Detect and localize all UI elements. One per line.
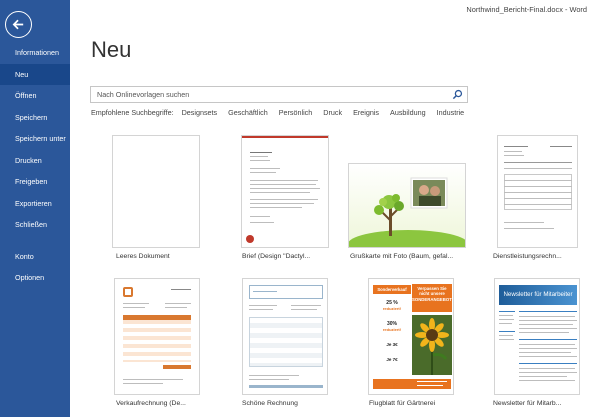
template-label: Verkaufrechnung (De... <box>116 400 186 407</box>
flyer-price-1: Je 3€ <box>386 342 398 347</box>
nav-drucken[interactable]: Drucken <box>0 150 70 172</box>
flyer-price-2: Je 7€ <box>386 357 398 362</box>
template-thumbnail[interactable] <box>241 135 329 248</box>
tree-card-illustration <box>349 164 465 247</box>
flyer-sale-banner: Sonderverkauf <box>373 285 411 294</box>
template-thumbnail[interactable] <box>348 163 466 248</box>
flyer-headline: Verpassen Sie nicht unsere SONDERANGEBOT… <box>412 284 453 312</box>
invoice-total-bar <box>163 365 191 369</box>
nav-informationen[interactable]: Informationen <box>0 42 70 64</box>
template-thumbnail[interactable] <box>114 278 200 395</box>
suggestion-druck[interactable]: Druck <box>323 108 342 117</box>
nav-exportieren[interactable]: Exportieren <box>0 193 70 215</box>
template-thumbnail[interactable]: Sonderverkauf Verpassen Sie nicht unsere… <box>368 278 454 395</box>
nav-speichern-unter[interactable]: Speichern unter <box>0 128 70 150</box>
page-title: Neu <box>91 37 132 62</box>
nav-freigeben[interactable]: Freigeben <box>0 171 70 193</box>
header-stripe <box>242 136 328 138</box>
nav-neu[interactable]: Neu <box>0 63 70 85</box>
footer-bar <box>249 385 323 388</box>
template-thumbnail[interactable]: Newsletter für Mitarbeiter <box>494 278 580 395</box>
suggestion-geschaeftlich[interactable]: Geschäftlich <box>228 108 268 117</box>
flyer-offer-1: 25 % reduziert! <box>373 300 411 311</box>
invoice-table <box>249 317 323 367</box>
nav-oeffnen[interactable]: Öffnen <box>0 85 70 107</box>
template-label: Flugblatt für Gärtnerei <box>369 400 436 407</box>
template-label: Brief (Design "Dactyl... <box>242 253 311 260</box>
suggestion-designsets[interactable]: Designsets <box>182 108 218 117</box>
template-label: Dienstleistungsrechn... <box>493 253 562 260</box>
template-thumbnail[interactable] <box>112 135 200 248</box>
template-thumbnail[interactable] <box>242 278 328 395</box>
invoice-logo-icon <box>123 287 133 297</box>
nav-schliessen[interactable]: Schließen <box>0 214 70 236</box>
nav-optionen[interactable]: Optionen <box>0 267 70 289</box>
nav-konto[interactable]: Konto <box>0 246 70 268</box>
template-label: Grußkarte mit Foto (Baum, gefal... <box>350 253 454 260</box>
template-search-box <box>90 86 468 103</box>
newsletter-masthead: Newsletter für Mitarbeiter <box>499 285 577 305</box>
nav-speichern[interactable]: Speichern <box>0 107 70 129</box>
suggestion-ausbildung[interactable]: Ausbildung <box>390 108 426 117</box>
suggestion-industrie[interactable]: Industrie <box>437 108 465 117</box>
template-label: Newsletter für Mitarb... <box>493 400 562 407</box>
invoice-header-box <box>249 285 323 299</box>
back-arrow-icon <box>12 19 24 30</box>
flyer-offer-1-sub: reduziert! <box>382 306 402 311</box>
template-thumbnail[interactable] <box>497 135 578 248</box>
invoice-rows <box>123 320 191 362</box>
backstage-nav: Informationen Neu Öffnen Speichern Speic… <box>0 42 70 289</box>
sunflower-image <box>412 315 452 375</box>
search-icon[interactable] <box>452 89 463 100</box>
backstage-main: Northwind_Bericht-Final.docx - Word Neu … <box>70 0 599 417</box>
suggested-searches: Empfohlene Suchbegriffe: Designsets Gesc… <box>91 108 475 117</box>
window-title: Northwind_Bericht-Final.docx - Word <box>466 5 587 14</box>
back-button[interactable] <box>5 11 32 38</box>
template-label: Leeres Dokument <box>116 253 170 260</box>
suggestion-ereignis[interactable]: Ereignis <box>353 108 379 117</box>
suggested-searches-label: Empfohlene Suchbegriffe: <box>91 108 174 117</box>
backstage-sidebar: Informationen Neu Öffnen Speichern Speic… <box>0 0 70 417</box>
suggestion-persoenlich[interactable]: Persönlich <box>279 108 313 117</box>
flyer-offer-2: 30% reduziert! <box>373 321 411 332</box>
template-search-input[interactable] <box>91 87 451 102</box>
template-label: Schöne Rechnung <box>242 400 298 407</box>
logo-dot-icon <box>246 235 254 243</box>
flyer-offer-2-sub: reduziert! <box>382 327 402 332</box>
